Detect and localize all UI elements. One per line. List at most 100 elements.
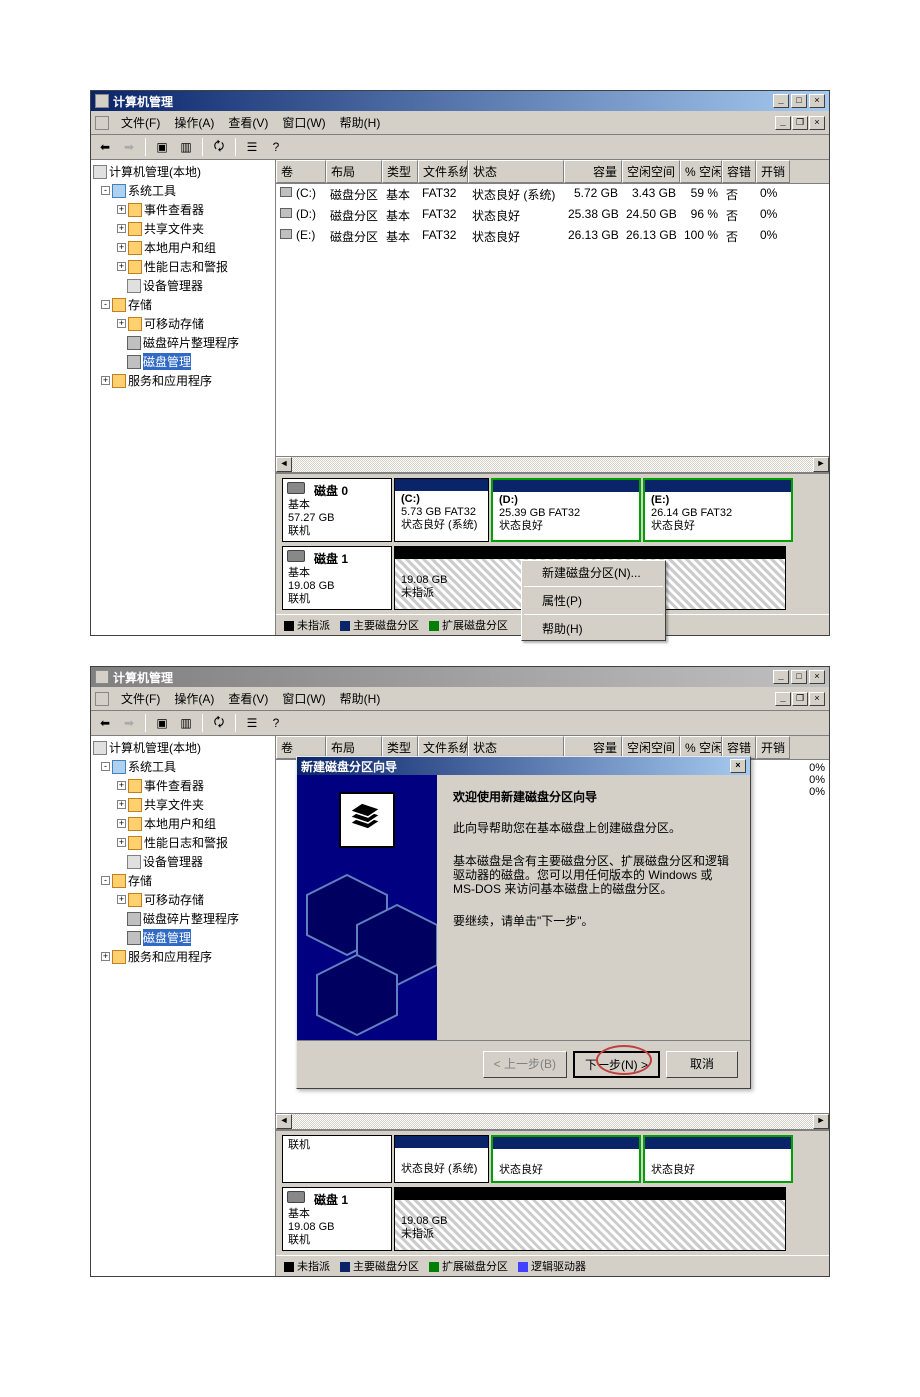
back-icon[interactable]: ⬅ (95, 713, 115, 733)
show-hide-icon[interactable]: ▥ (176, 713, 196, 733)
tree-perf[interactable]: 性能日志和警报 (144, 258, 228, 275)
tree-pane[interactable]: 计算机管理(本地) -系统工具 +事件查看器 +共享文件夹 +本地用户和组 +性… (91, 736, 276, 1276)
refresh-icon[interactable]: 🗘 (209, 137, 229, 157)
mdi-restore[interactable]: ❐ (792, 116, 808, 130)
ctx-new-partition[interactable]: 新建磁盘分区(N)... (522, 561, 665, 584)
folder-icon (112, 760, 126, 774)
col-volume[interactable]: 卷 (276, 160, 326, 183)
col-status[interactable]: 状态 (468, 160, 564, 183)
tree-devmgr[interactable]: 设备管理器 (143, 277, 203, 294)
disk1-info[interactable]: 磁盘 1 基本 19.08 GB 联机 (282, 546, 392, 610)
menu-file[interactable]: 文件(F) (115, 112, 166, 133)
partition-c[interactable]: 状态良好 (系统) (394, 1135, 489, 1183)
help-icon[interactable]: ? (266, 713, 286, 733)
close-button[interactable]: × (809, 94, 825, 108)
volume-row[interactable]: (C:) 磁盘分区基本FAT32状态良好 (系统)5.72 GB3.43 GB5… (276, 184, 829, 205)
col-overhead[interactable]: 开销 (756, 160, 790, 183)
partition-e[interactable]: 状态良好 (643, 1135, 793, 1183)
tree-root[interactable]: 计算机管理(本地) (109, 163, 201, 180)
mdi-minimize[interactable]: _ (775, 116, 791, 130)
maximize-button[interactable]: □ (791, 94, 807, 108)
col-fault[interactable]: 容错 (722, 160, 756, 183)
forward-icon[interactable]: ➡ (119, 713, 139, 733)
cancel-button[interactable]: 取消 (666, 1051, 738, 1078)
refresh-icon[interactable]: 🗘 (209, 713, 229, 733)
menu-action[interactable]: 操作(A) (168, 112, 220, 133)
show-hide-icon[interactable]: ▥ (176, 137, 196, 157)
volume-row[interactable]: (D:) 磁盘分区基本FAT32状态良好25.38 GB24.50 GB96 %… (276, 205, 829, 226)
volume-row[interactable]: (E:) 磁盘分区基本FAT32状态良好26.13 GB26.13 GB100 … (276, 226, 829, 247)
collapse-icon[interactable]: - (101, 300, 110, 309)
partition-d[interactable]: 状态良好 (491, 1135, 641, 1183)
wizard-close-button[interactable]: × (730, 759, 746, 773)
forward-icon[interactable]: ➡ (119, 137, 139, 157)
partition-c[interactable]: (C:)5.73 GB FAT32状态良好 (系统) (394, 478, 489, 542)
menu-action[interactable]: 操作(A) (168, 688, 220, 709)
properties-icon[interactable]: ☰ (242, 137, 262, 157)
volume-list[interactable]: (C:) 磁盘分区基本FAT32状态良好 (系统)5.72 GB3.43 GB5… (276, 184, 829, 456)
menu-view[interactable]: 查看(V) (222, 112, 274, 133)
close-button[interactable]: × (809, 670, 825, 684)
expand-icon[interactable]: + (117, 224, 126, 233)
partition-d[interactable]: (D:)25.39 GB FAT32状态良好 (491, 478, 641, 542)
up-icon[interactable]: ▣ (152, 713, 172, 733)
properties-icon[interactable]: ☰ (242, 713, 262, 733)
mdi-restore[interactable]: ❐ (792, 692, 808, 706)
horizontal-scrollbar[interactable]: ◄► (276, 456, 829, 472)
tree-systools[interactable]: 系统工具 (128, 758, 176, 775)
tree-root[interactable]: 计算机管理(本地) (109, 739, 201, 756)
tree-diskmgmt[interactable]: 磁盘管理 (143, 353, 191, 370)
col-type[interactable]: 类型 (382, 160, 418, 183)
expand-icon[interactable]: + (117, 243, 126, 252)
disk0-info[interactable]: 联机 (282, 1135, 392, 1183)
expand-icon[interactable]: + (117, 205, 126, 214)
col-layout[interactable]: 布局 (326, 160, 382, 183)
mdi-close[interactable]: × (809, 692, 825, 706)
maximize-button[interactable]: □ (791, 670, 807, 684)
help-icon[interactable]: ? (266, 137, 286, 157)
titlebar-inactive[interactable]: 计算机管理 _□× (91, 667, 829, 687)
ctx-help[interactable]: 帮助(H) (522, 617, 665, 640)
tree-removable[interactable]: 可移动存储 (144, 315, 204, 332)
tree-defrag[interactable]: 磁盘碎片整理程序 (143, 334, 239, 351)
computer-icon (93, 741, 107, 755)
disk1-info[interactable]: 磁盘 1基本19.08 GB联机 (282, 1187, 392, 1251)
tree-shared[interactable]: 共享文件夹 (144, 220, 204, 237)
col-free[interactable]: 空闲空间 (622, 160, 680, 183)
tree-pane[interactable]: 计算机管理(本地) - 系统工具 + 事件查看器 + 共享文件夹 + 本地用户和组 + 性… (91, 160, 276, 635)
tree-eventviewer[interactable]: 事件查看器 (144, 201, 204, 218)
expand-icon[interactable]: + (117, 319, 126, 328)
collapse-icon[interactable]: - (101, 186, 110, 195)
expand-icon[interactable]: + (117, 262, 126, 271)
up-icon[interactable]: ▣ (152, 137, 172, 157)
ctx-properties[interactable]: 属性(P) (522, 589, 665, 612)
partition-e[interactable]: (E:)26.14 GB FAT32状态良好 (643, 478, 793, 542)
minimize-button[interactable]: _ (773, 94, 789, 108)
menu-view[interactable]: 查看(V) (222, 688, 274, 709)
back-icon[interactable]: ⬅ (95, 137, 115, 157)
col-pct[interactable]: % 空闲 (680, 160, 722, 183)
horizontal-scrollbar[interactable]: ◄► (276, 1113, 829, 1129)
titlebar[interactable]: 计算机管理 _ □ × (91, 91, 829, 111)
menu-help[interactable]: 帮助(H) (334, 688, 387, 709)
mdi-minimize[interactable]: _ (775, 692, 791, 706)
next-button[interactable]: 下一步(N) > (573, 1051, 660, 1078)
expand-icon[interactable]: + (101, 376, 110, 385)
tree-storage[interactable]: 存储 (128, 296, 152, 313)
tree-systools[interactable]: 系统工具 (128, 182, 176, 199)
menu-window[interactable]: 窗口(W) (276, 688, 331, 709)
menu-help[interactable]: 帮助(H) (334, 112, 387, 133)
tree-localusers[interactable]: 本地用户和组 (144, 239, 216, 256)
col-capacity[interactable]: 容量 (564, 160, 622, 183)
tree-services[interactable]: 服务和应用程序 (128, 372, 212, 389)
minimize-button[interactable]: _ (773, 670, 789, 684)
wizard-p1: 此向导帮助您在基本磁盘上创建磁盘分区。 (453, 820, 734, 837)
mdi-close[interactable]: × (809, 116, 825, 130)
col-fs[interactable]: 文件系统 (418, 160, 468, 183)
wizard-titlebar[interactable]: 新建磁盘分区向导 × (297, 757, 750, 775)
unallocated-partition[interactable]: 19.08 GB未指派 (394, 1187, 786, 1251)
disk0-info[interactable]: 磁盘 0 基本 57.27 GB 联机 (282, 478, 392, 542)
menu-file[interactable]: 文件(F) (115, 688, 166, 709)
menu-window[interactable]: 窗口(W) (276, 112, 331, 133)
folder-icon (112, 874, 126, 888)
